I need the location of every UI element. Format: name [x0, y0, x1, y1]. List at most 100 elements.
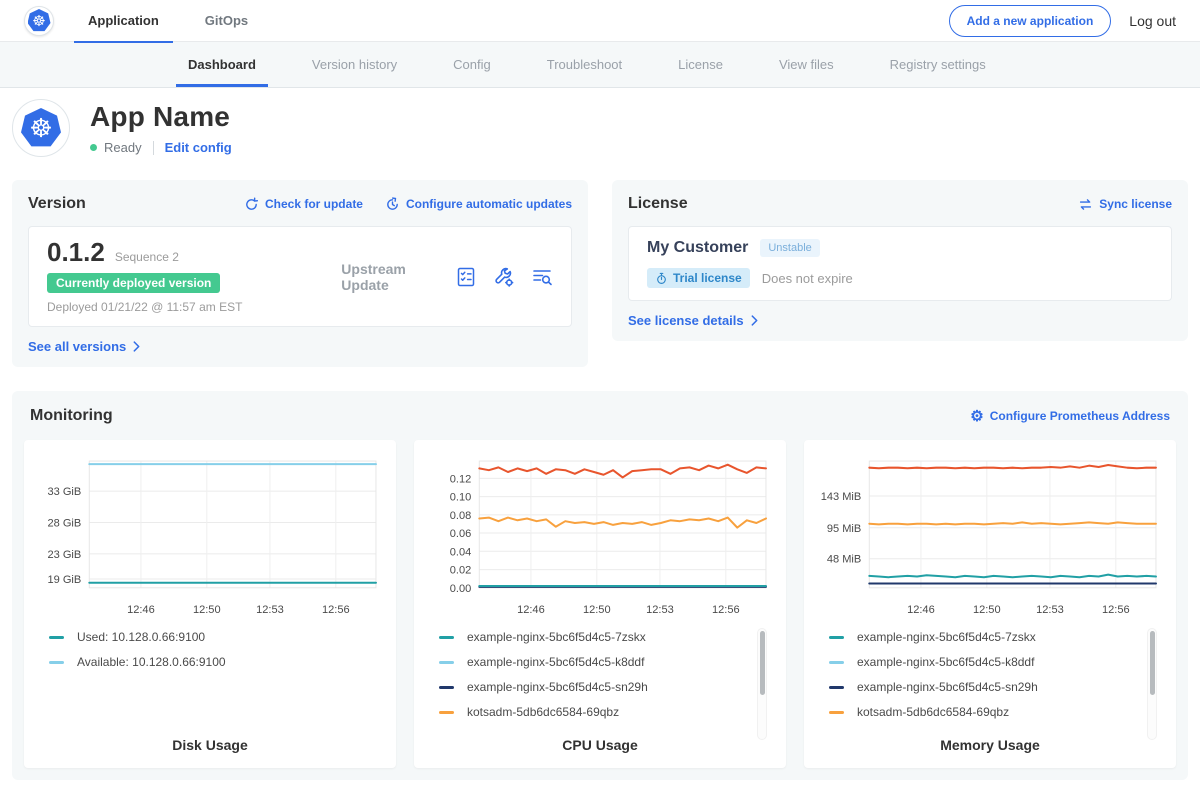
edit-config-link[interactable]: Edit config [165, 140, 232, 155]
memory-usage-plot: 143 MiB 95 MiB 48 MiB 12:46 12:50 12:53 12:56 [817, 453, 1163, 622]
legend-swatch [829, 686, 844, 689]
svg-text:95 MiB: 95 MiB [827, 523, 861, 535]
check-for-update-label: Check for update [265, 197, 363, 211]
svg-text:143 MiB: 143 MiB [821, 491, 862, 503]
tab-config[interactable]: Config [441, 42, 503, 87]
svg-text:33 GiB: 33 GiB [47, 486, 81, 498]
status-badge: Ready [104, 140, 142, 155]
add-application-button[interactable]: Add a new application [949, 5, 1112, 37]
license-details-panel: My Customer Unstable Trial license Does … [628, 226, 1172, 301]
tab-version-history[interactable]: Version history [300, 42, 409, 87]
view-logs-icon[interactable] [531, 266, 553, 288]
logout-button[interactable]: Log out [1129, 13, 1176, 29]
legend-swatch [829, 636, 844, 639]
tab-troubleshoot[interactable]: Troubleshoot [535, 42, 634, 87]
app-status-row: Ready Edit config [90, 140, 232, 155]
tab-dashboard-label: Dashboard [188, 57, 256, 72]
legend-item[interactable]: example-nginx-5bc6f5d4c5-k8ddf [439, 655, 773, 669]
navbar-tab-gitops[interactable]: GitOps [191, 0, 262, 42]
legend-label: example-nginx-5bc6f5d4c5-sn29h [857, 680, 1038, 694]
clock-refresh-icon [385, 197, 400, 212]
top-navbar: ☸ Application GitOps Add a new applicati… [0, 0, 1200, 42]
chart-svg: 0.120.100.080.060.040.020.0012:4612:5012… [427, 453, 773, 622]
status-dot-icon [90, 144, 97, 151]
kubernetes-logo[interactable]: ☸ [24, 6, 54, 36]
legend-item[interactable]: kotsadm-5db6dc6584-69qbz [439, 705, 773, 719]
legend-swatch [829, 661, 844, 664]
tab-license[interactable]: License [666, 42, 735, 87]
svg-text:12:56: 12:56 [1102, 604, 1130, 616]
cpu-usage-legend: example-nginx-5bc6f5d4c5-7zskx example-ng… [427, 630, 773, 737]
svg-text:0.08: 0.08 [450, 510, 472, 522]
legend-item[interactable]: example-nginx-5bc6f5d4c5-7zskx [439, 630, 773, 644]
monitoring-header: Monitoring ⚙ Configure Prometheus Addres… [24, 405, 1176, 427]
legend-swatch [439, 661, 454, 664]
legend-item[interactable]: example-nginx-5bc6f5d4c5-sn29h [829, 680, 1163, 694]
svg-text:0.02: 0.02 [450, 565, 472, 577]
configure-prometheus-label: Configure Prometheus Address [990, 409, 1170, 423]
config-icon[interactable] [493, 266, 515, 288]
legend-scrollbar[interactable] [1147, 628, 1157, 740]
cpu-usage-chart-card: 0.120.100.080.060.040.020.0012:4612:5012… [414, 440, 786, 768]
legend-item[interactable]: Available: 10.128.0.66:9100 [49, 655, 383, 669]
gear-icon: ⚙ [970, 409, 983, 424]
check-for-update-link[interactable]: Check for update [244, 197, 363, 212]
svg-text:0.06: 0.06 [450, 528, 472, 540]
trial-license-label: Trial license [673, 271, 742, 285]
configure-prometheus-link[interactable]: ⚙ Configure Prometheus Address [970, 409, 1170, 424]
see-all-versions-link[interactable]: See all versions [28, 339, 572, 354]
cpu-usage-plot: 0.120.100.080.060.040.020.0012:4612:5012… [427, 453, 773, 622]
legend-swatch [439, 686, 454, 689]
disk-usage-legend: Used: 10.128.0.66:9100 Available: 10.128.… [37, 630, 383, 737]
sync-license-link[interactable]: Sync license [1078, 197, 1172, 212]
navbar-tab-application[interactable]: Application [74, 0, 173, 42]
svg-text:48 MiB: 48 MiB [827, 554, 861, 566]
legend-swatch [49, 636, 64, 639]
configure-automatic-updates-label: Configure automatic updates [406, 197, 572, 211]
legend-item[interactable]: kotsadm-5db6dc6584-69qbz [829, 705, 1163, 719]
legend-item[interactable]: example-nginx-5bc6f5d4c5-sn29h [439, 680, 773, 694]
license-card-header: License Sync license [628, 193, 1172, 215]
tab-version-history-label: Version history [312, 57, 397, 72]
tab-dashboard[interactable]: Dashboard [176, 42, 268, 87]
svg-text:12:50: 12:50 [973, 604, 1001, 616]
svg-text:0.10: 0.10 [450, 492, 472, 504]
svg-text:28 GiB: 28 GiB [47, 518, 81, 530]
kubernetes-wheel-icon: ☸ [28, 9, 51, 32]
version-sequence: Sequence 2 [115, 250, 179, 264]
version-action-icons [455, 266, 553, 288]
monitoring-title: Monitoring [30, 407, 113, 425]
legend-label: kotsadm-5db6dc6584-69qbz [467, 705, 619, 719]
legend-label: example-nginx-5bc6f5d4c5-k8ddf [467, 655, 644, 669]
svg-text:0.00: 0.00 [450, 583, 472, 595]
scrollbar-thumb[interactable] [760, 631, 765, 695]
trial-license-badge: Trial license [647, 268, 750, 288]
see-license-details-link[interactable]: See license details [628, 313, 1172, 328]
legend-item[interactable]: example-nginx-5bc6f5d4c5-7zskx [829, 630, 1163, 644]
preflight-checks-icon[interactable] [455, 266, 477, 288]
scrollbar-thumb[interactable] [1150, 631, 1155, 695]
memory-usage-chart-card: 143 MiB95 MiB48 MiB12:4612:5012:5312:56 … [804, 440, 1176, 768]
chart-title-cpu-usage: CPU Usage [427, 737, 773, 753]
navbar-tabs: Application GitOps [74, 0, 280, 42]
tab-view-files[interactable]: View files [767, 42, 846, 87]
svg-text:12:53: 12:53 [646, 604, 674, 616]
tab-registry-settings[interactable]: Registry settings [878, 42, 998, 87]
svg-text:12:46: 12:46 [907, 604, 935, 616]
svg-text:12:53: 12:53 [256, 604, 284, 616]
navbar-tab-gitops-label: GitOps [205, 13, 248, 28]
svg-text:12:53: 12:53 [1036, 604, 1064, 616]
tab-config-label: Config [453, 57, 491, 72]
channel-badge: Unstable [760, 239, 819, 257]
configure-automatic-updates-link[interactable]: Configure automatic updates [385, 197, 572, 212]
chart-title-memory-usage: Memory Usage [817, 737, 1163, 753]
navbar-right: Add a new application Log out [949, 5, 1176, 37]
svg-text:0.04: 0.04 [450, 547, 472, 559]
legend-scrollbar[interactable] [757, 628, 767, 740]
legend-label: Used: 10.128.0.66:9100 [77, 630, 205, 644]
legend-item[interactable]: example-nginx-5bc6f5d4c5-k8ddf [829, 655, 1163, 669]
version-card: Version Check for update Configure autom… [12, 180, 588, 367]
legend-item[interactable]: Used: 10.128.0.66:9100 [49, 630, 383, 644]
customer-name: My Customer [647, 239, 748, 257]
version-card-actions: Check for update Configure automatic upd… [244, 197, 572, 212]
